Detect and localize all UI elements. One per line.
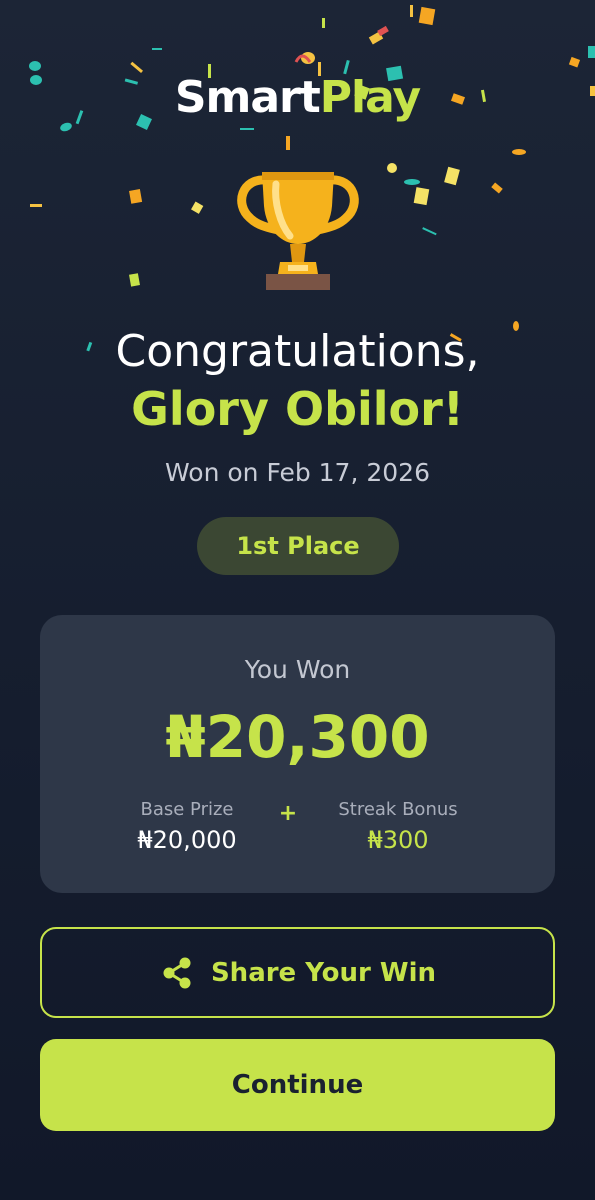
winnings-label: You Won xyxy=(244,655,351,684)
congratulations-heading: Congratulations, xyxy=(115,326,480,377)
place-badge: 1st Place xyxy=(197,517,399,575)
share-win-button[interactable]: Share Your Win xyxy=(40,927,555,1018)
winner-name: Glory Obilor! xyxy=(131,382,464,436)
winnings-amount: ₦20,300 xyxy=(165,703,430,771)
won-date: Won on Feb 17, 2026 xyxy=(165,458,430,487)
app-logo: SmartPlay xyxy=(0,72,595,123)
share-win-label: Share Your Win xyxy=(210,957,437,988)
plus-sign: + xyxy=(278,801,298,826)
share-icon xyxy=(163,957,191,988)
streak-bonus-label: Streak Bonus xyxy=(338,799,458,820)
streak-bonus-value: ₦300 xyxy=(367,826,429,854)
trophy-icon xyxy=(237,172,359,290)
base-prize-label: Base Prize xyxy=(140,799,234,820)
continue-button[interactable]: Continue xyxy=(40,1039,555,1131)
base-prize: Base Prize ₦20,000 xyxy=(92,799,282,854)
logo-primary: Smart xyxy=(174,72,321,123)
base-prize-value: ₦20,000 xyxy=(137,826,237,854)
winnings-card: You Won ₦20,300 Base Prize ₦20,000 + Str… xyxy=(40,615,555,893)
streak-bonus: Streak Bonus ₦300 xyxy=(303,799,493,854)
logo-accent: Play xyxy=(319,72,421,123)
continue-label: Continue xyxy=(231,1070,364,1100)
